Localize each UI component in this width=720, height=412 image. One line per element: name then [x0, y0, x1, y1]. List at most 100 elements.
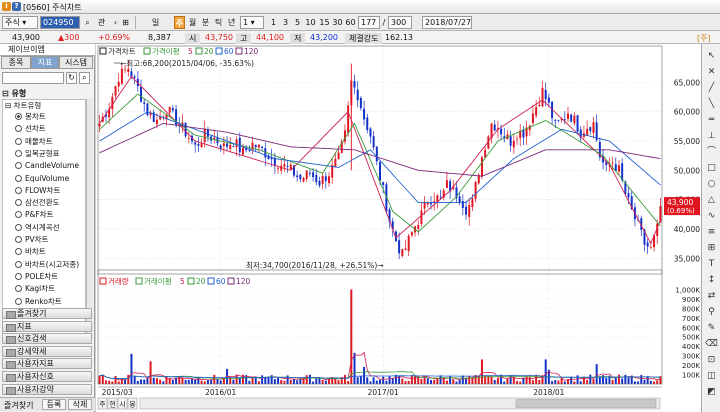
- search-icon[interactable]: ⌕: [79, 72, 90, 84]
- radio-icon[interactable]: [15, 297, 22, 305]
- drawing-tool-icon[interactable]: □: [705, 162, 718, 175]
- drawing-tool-icon[interactable]: ╲: [705, 98, 718, 111]
- chart-type-item[interactable]: 바차트(시고저종): [15, 259, 79, 270]
- interval-3-button[interactable]: 3: [280, 16, 291, 29]
- chart-type-item[interactable]: P&F차트: [15, 209, 54, 220]
- radio-icon[interactable]: [15, 248, 22, 256]
- drawing-tool-icon[interactable]: ↖: [705, 50, 718, 63]
- tab-indicator[interactable]: 지표: [31, 56, 59, 69]
- drawing-tool-icon[interactable]: △: [705, 194, 718, 207]
- chart-type-item[interactable]: Kagi차트: [15, 283, 55, 294]
- radio-icon[interactable]: [15, 137, 22, 145]
- tree-parent-chart-type[interactable]: ⊟ 차트유형: [5, 100, 41, 111]
- drawing-tool-icon[interactable]: ◩: [705, 386, 718, 399]
- period-year-button[interactable]: 년: [226, 16, 237, 29]
- chart-type-item[interactable]: 삼선전환도: [15, 197, 60, 208]
- drawing-tool-icon[interactable]: ⚲: [705, 306, 718, 319]
- radio-icon[interactable]: [15, 211, 22, 219]
- register-button[interactable]: 등록: [42, 399, 66, 410]
- chart-type-item[interactable]: 봉차트: [15, 111, 46, 122]
- radio-icon[interactable]: [15, 186, 22, 194]
- stock-code-input[interactable]: 024950: [40, 16, 80, 29]
- interval-5-button[interactable]: 5: [292, 16, 303, 29]
- radio-icon[interactable]: [15, 260, 22, 268]
- market-select[interactable]: 주식 ▾: [2, 16, 38, 29]
- radio-icon[interactable]: [15, 223, 22, 231]
- refresh-icon[interactable]: ↻: [66, 72, 77, 84]
- drawing-tool-icon[interactable]: ═: [705, 114, 718, 127]
- indicator-group-button[interactable]: 사용자강약: [2, 383, 92, 395]
- radio-icon[interactable]: [15, 236, 22, 243]
- radio-icon[interactable]: [15, 113, 22, 120]
- drawing-tool-icon[interactable]: ⌫: [705, 338, 718, 351]
- volume-bar: [388, 376, 391, 384]
- tree-scrollbar[interactable]: [86, 99, 93, 339]
- tree-head[interactable]: ⊟ 유형: [2, 88, 93, 99]
- tab-stock[interactable]: 종목: [1, 56, 31, 69]
- indicator-group-button[interactable]: 사용자지표: [2, 358, 92, 370]
- indicator-group-button[interactable]: 사용자신호: [2, 371, 92, 382]
- chart-type-item[interactable]: 매물차트: [15, 136, 53, 147]
- date-input[interactable]: 2018/07/27 ▾: [422, 16, 472, 29]
- help-icon[interactable]: ?: [12, 2, 21, 11]
- drawing-tool-icon[interactable]: ╱: [705, 82, 718, 95]
- chart-type-item[interactable]: CandleVolume: [15, 160, 79, 171]
- indicator-group-button[interactable]: 신호검색: [2, 333, 92, 345]
- indicator-group-button[interactable]: 강세약세: [2, 345, 92, 357]
- indicator-group-button[interactable]: 지표: [2, 320, 92, 332]
- tab-system[interactable]: 시스템: [59, 56, 93, 69]
- drawing-tool-icon[interactable]: ↕: [705, 274, 718, 287]
- interval-10-button[interactable]: 10: [304, 16, 317, 29]
- radio-icon[interactable]: [15, 149, 22, 157]
- drawing-tool-icon[interactable]: T: [705, 258, 718, 271]
- chart-type-item[interactable]: PV차트: [15, 234, 48, 245]
- scrollbar-thumb[interactable]: [515, 399, 657, 408]
- chart-area[interactable]: 35,00040,00045,00050,00055,00060,00065,0…: [96, 44, 720, 412]
- chart-type-item[interactable]: Renko차트: [15, 296, 62, 307]
- drawing-tool-icon[interactable]: ⊡: [705, 354, 718, 367]
- period-weekly-button[interactable]: 주: [174, 16, 185, 29]
- chart-type-item[interactable]: 선차트: [15, 123, 46, 134]
- search-icon[interactable]: ⌕: [82, 16, 93, 29]
- drawing-tool-icon[interactable]: ✎: [705, 322, 718, 335]
- interest-button[interactable]: 관: [96, 16, 107, 29]
- compare-icon[interactable]: ⊞: [120, 16, 131, 29]
- radio-icon[interactable]: [15, 125, 22, 133]
- delete-button[interactable]: 삭제: [68, 399, 92, 410]
- favorites-footer-tab[interactable]: 즐겨찾기: [4, 400, 33, 411]
- interval-30-button[interactable]: 30: [331, 16, 344, 29]
- indicator-search-input[interactable]: [2, 72, 64, 84]
- drawing-tool-icon[interactable]: ≡: [705, 226, 718, 239]
- drawing-tool-icon[interactable]: ○: [705, 178, 718, 191]
- total-input[interactable]: 300: [388, 16, 412, 29]
- chart-type-item[interactable]: 바차트: [15, 246, 46, 257]
- chart-type-item[interactable]: 일목균형표: [15, 148, 60, 159]
- unit-select[interactable]: 1 ▾: [240, 16, 264, 29]
- chart-type-item[interactable]: 역시계곡선: [15, 222, 60, 233]
- interval-60-button[interactable]: 60: [344, 16, 357, 29]
- radio-icon[interactable]: [15, 199, 22, 207]
- radio-icon[interactable]: [15, 162, 22, 170]
- drawing-tool-icon[interactable]: ✕: [705, 66, 718, 79]
- chart-type-item[interactable]: EquiVolume: [15, 173, 69, 184]
- drawing-tool-icon[interactable]: ⊞: [705, 242, 718, 255]
- period-monthly-button[interactable]: 월: [187, 16, 198, 29]
- radio-icon[interactable]: [15, 272, 22, 280]
- period-minute-button[interactable]: 분: [200, 16, 211, 29]
- radio-icon[interactable]: [15, 174, 22, 182]
- chart-type-item[interactable]: POLE차트: [15, 271, 58, 282]
- count-input[interactable]: 177: [358, 16, 380, 29]
- stock-chart-svg[interactable]: 35,00040,00045,00050,00055,00060,00065,0…: [96, 44, 720, 412]
- period-daily-button[interactable]: 일: [150, 16, 161, 29]
- indicator-group-button[interactable]: 즐겨찾기: [2, 308, 92, 319]
- drawing-tool-icon[interactable]: ◫: [705, 370, 718, 383]
- interval-15-button[interactable]: 15: [318, 16, 331, 29]
- drawing-tool-icon[interactable]: ⊥: [705, 130, 718, 143]
- interval-1-button[interactable]: 1: [268, 16, 279, 29]
- period-tick-button[interactable]: 틱: [213, 16, 224, 29]
- radio-icon[interactable]: [15, 285, 22, 293]
- drawing-tool-icon[interactable]: ⇄: [705, 290, 718, 303]
- drawing-tool-icon[interactable]: ∿: [705, 210, 718, 223]
- chart-type-item[interactable]: FLOW차트: [15, 185, 60, 196]
- drawing-tool-icon[interactable]: ⌒: [705, 146, 718, 159]
